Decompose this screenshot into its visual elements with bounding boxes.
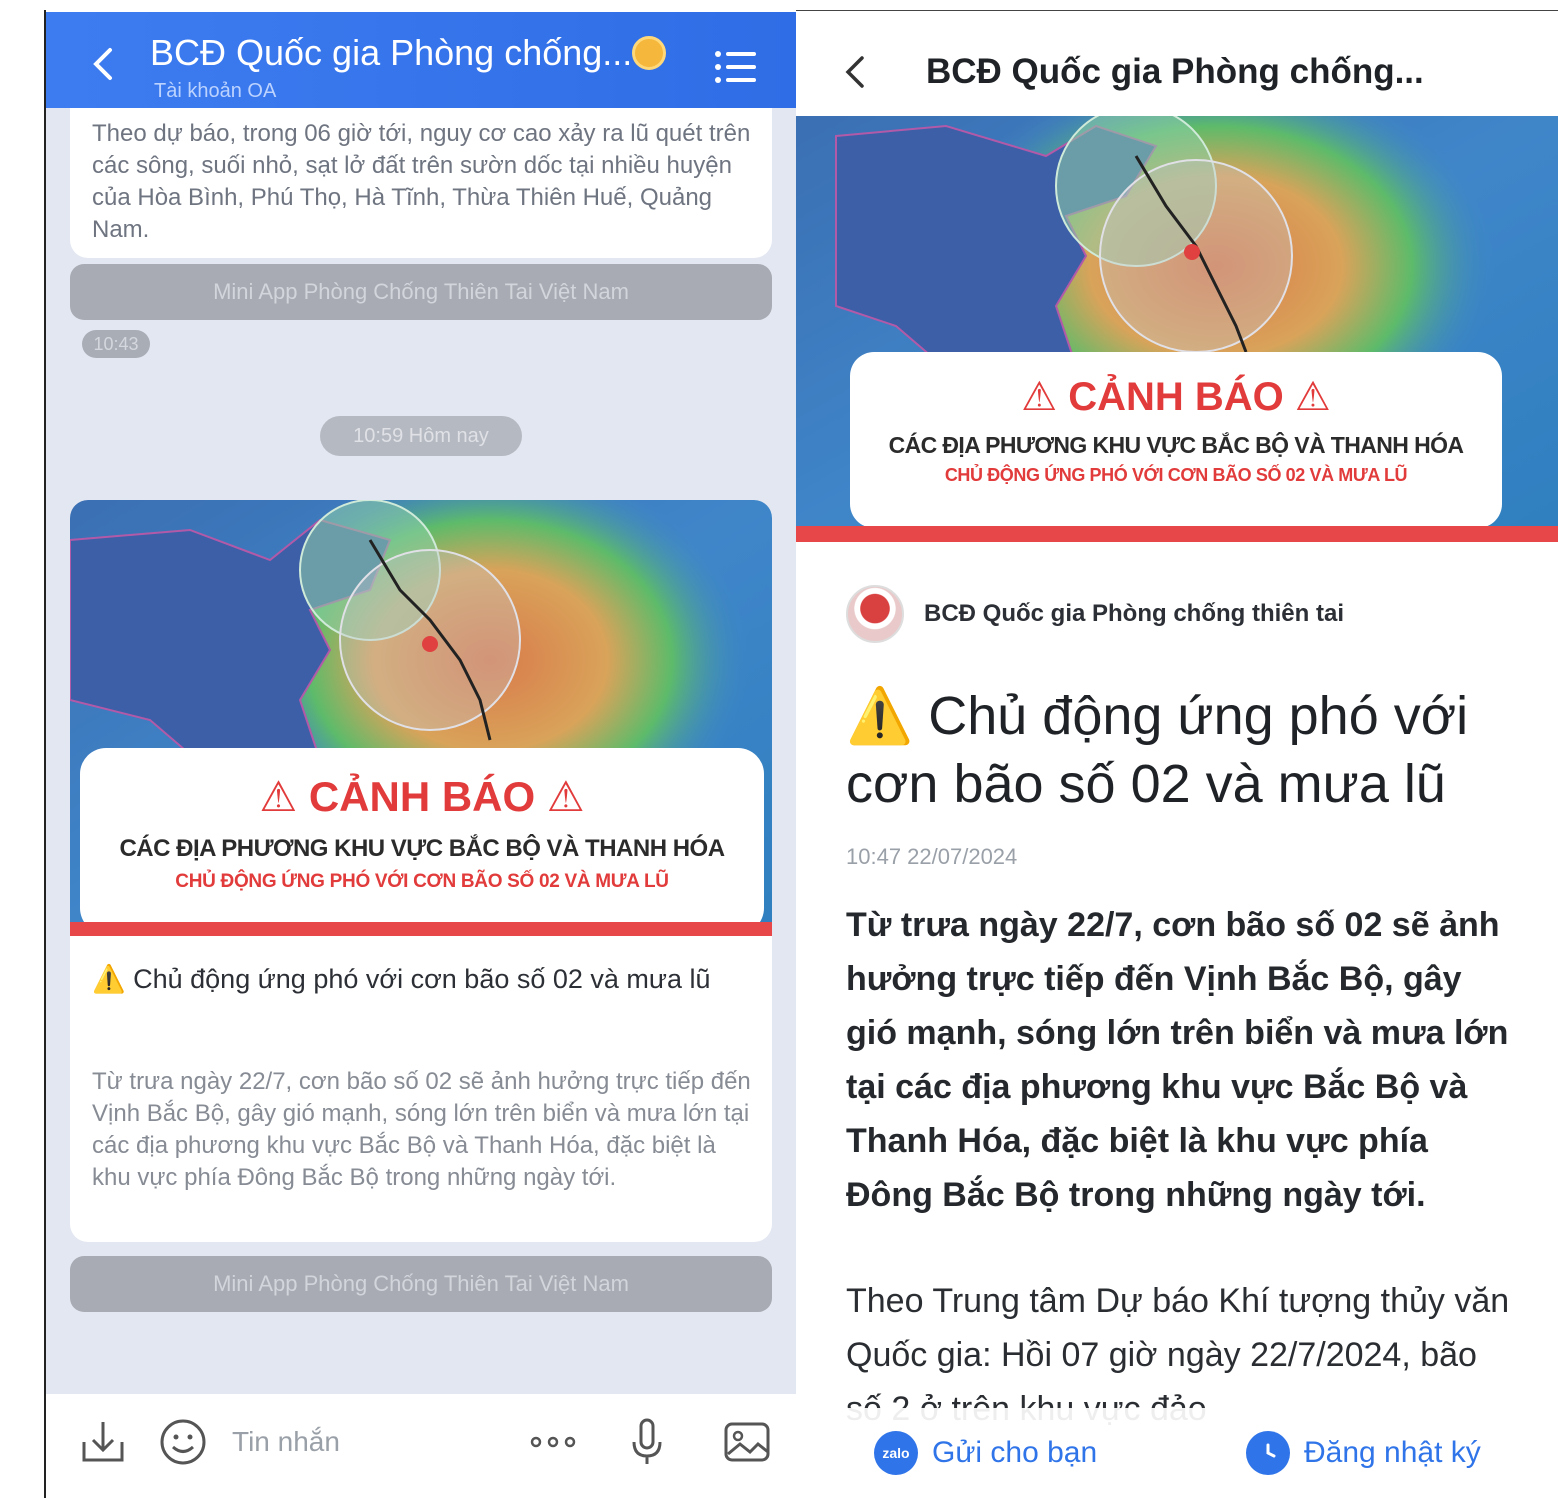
message-text: Theo dự báo, trong 06 giờ tới, nguy cơ c… bbox=[92, 120, 751, 243]
clock-icon bbox=[1246, 1431, 1290, 1475]
alert-line-1: CÁC ĐỊA PHƯƠNG KHU VỰC BẮC BỘ VÀ THANH H… bbox=[119, 835, 725, 862]
alert-line-2: CHỦ ĐỘNG ỨNG PHÓ VỚI CƠN BÃO SỐ 02 VÀ MƯ… bbox=[175, 871, 669, 892]
article-lead: Từ trưa ngày 22/7, cơn bão số 02 sẽ ảnh … bbox=[846, 906, 1509, 1214]
alert-banner: ⚠ CẢNH BÁO ⚠ CÁC ĐỊA PHƯƠNG KHU VỰC BẮC … bbox=[80, 748, 764, 934]
mini-app-link[interactable]: Mini App Phòng Chống Thiên Tai Việt Nam bbox=[70, 264, 772, 320]
chat-header: BCĐ Quốc gia Phòng chống... Tài khoản OA bbox=[46, 12, 796, 108]
zalo-icon: zalo bbox=[874, 1431, 918, 1475]
article-summary: Từ trưa ngày 22/7, cơn bão số 02 sẽ ảnh … bbox=[92, 1068, 751, 1191]
menu-list-icon[interactable] bbox=[714, 48, 758, 86]
article-author[interactable]: BCĐ Quốc gia Phòng chống thiên tai bbox=[846, 585, 1344, 643]
date-separator: 10:59 Hôm nay bbox=[320, 416, 522, 456]
chat-title: BCĐ Quốc gia Phòng chống... bbox=[150, 32, 633, 73]
alert-bar bbox=[796, 526, 1558, 542]
follow-button[interactable]: Đăng nhật ký bbox=[1246, 1426, 1481, 1480]
avatar bbox=[846, 585, 904, 643]
article-date: 10:47 22/07/2024 bbox=[846, 844, 1018, 869]
verified-icon bbox=[632, 36, 666, 70]
follow-button-label: Đăng nhật ký bbox=[1304, 1436, 1481, 1469]
alert-line-1: CÁC ĐỊA PHƯƠNG KHU VỰC BẮC BỘ VÀ THANH H… bbox=[888, 432, 1464, 458]
chat-panel: Theo dự báo, trong 06 giờ tới, nguy cơ c… bbox=[46, 12, 796, 1498]
article-card[interactable]: ⚠ CẢNH BÁO ⚠ CÁC ĐỊA PHƯƠNG KHU VỰC BẮC … bbox=[70, 500, 772, 1242]
alert-heading: ⚠ CẢNH BÁO ⚠ bbox=[1021, 375, 1331, 419]
chat-subtitle: Tài khoản OA bbox=[154, 80, 277, 102]
article-header: BCĐ Quốc gia Phòng chống... bbox=[796, 12, 1558, 116]
mini-app-link[interactable]: Mini App Phòng Chống Thiên Tai Việt Nam bbox=[70, 1256, 772, 1312]
alert-banner: ⚠ CẢNH BÁO ⚠ CÁC ĐỊA PHƯƠNG KHU VỰC BẮC … bbox=[850, 352, 1502, 528]
article-banner: ⚠ CẢNH BÁO ⚠ CÁC ĐỊA PHƯƠNG KHU VỰC BẮC … bbox=[796, 116, 1558, 542]
alert-heading: ⚠ CẢNH BÁO ⚠ bbox=[259, 773, 585, 820]
share-button[interactable]: zalo Gửi cho bạn bbox=[874, 1426, 1097, 1480]
frame-divider bbox=[796, 10, 1558, 11]
back-icon[interactable] bbox=[840, 52, 870, 92]
alert-line-2: CHỦ ĐỘNG ỨNG PHÓ VỚI CƠN BÃO SỐ 02 VÀ MƯ… bbox=[944, 465, 1408, 485]
author-name: BCĐ Quốc gia Phòng chống thiên tai bbox=[924, 600, 1344, 627]
more-icon[interactable] bbox=[528, 1416, 578, 1468]
article-header-title: BCĐ Quốc gia Phòng chống... bbox=[926, 52, 1424, 91]
article-title: ⚠️ Chủ động ứng phó với cơn bão số 02 và… bbox=[846, 686, 1469, 814]
message-input[interactable]: Tin nhắn bbox=[232, 1426, 340, 1458]
article-title: ⚠️ Chủ động ứng phó với cơn bão số 02 và… bbox=[92, 964, 711, 994]
article-panel: BCĐ Quốc gia Phòng chống... ⚠ CẢNH BÁO ⚠… bbox=[796, 12, 1558, 1498]
share-button-label: Gửi cho bạn bbox=[932, 1436, 1098, 1469]
microphone-icon[interactable] bbox=[622, 1416, 672, 1468]
message-input-bar: Tin nhắn bbox=[46, 1394, 796, 1498]
message-time: 10:43 bbox=[82, 330, 150, 358]
emoji-icon[interactable] bbox=[158, 1416, 208, 1468]
article-action-bar: zalo Gửi cho bạn Đăng nhật ký bbox=[796, 1408, 1558, 1498]
back-icon[interactable] bbox=[86, 44, 122, 84]
alert-bar bbox=[70, 922, 772, 936]
download-box-icon[interactable] bbox=[78, 1416, 128, 1468]
image-icon[interactable] bbox=[722, 1416, 772, 1468]
